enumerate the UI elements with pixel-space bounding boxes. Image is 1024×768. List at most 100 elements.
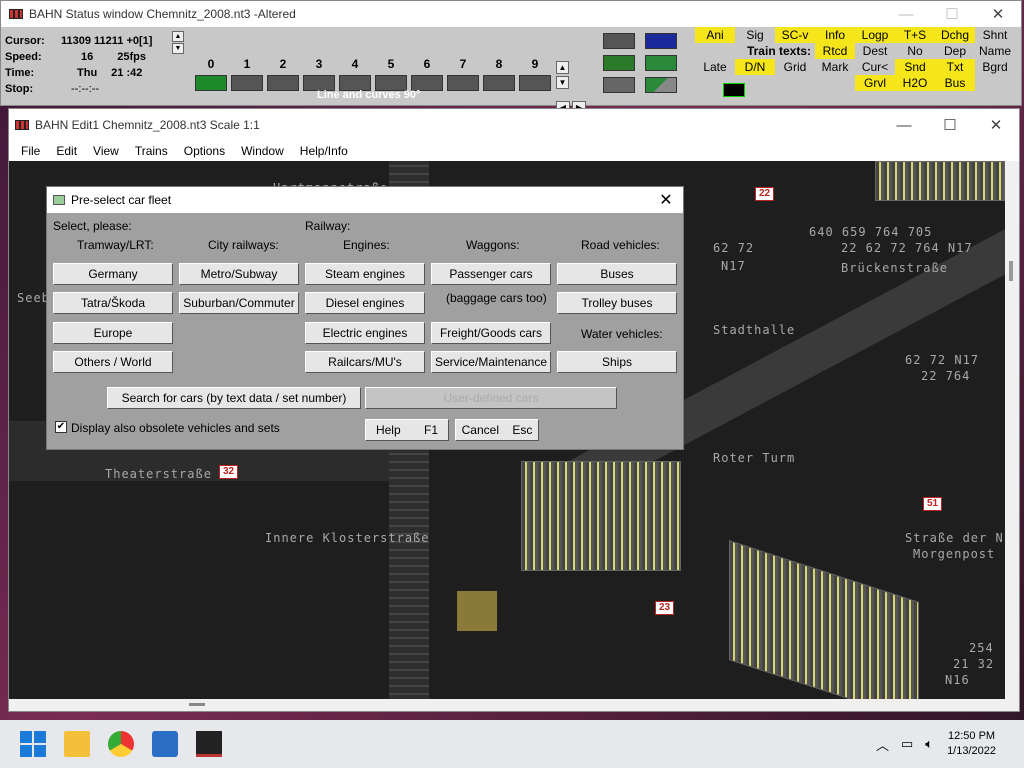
cur-button[interactable]: Cur< [855,59,895,75]
thumb-track-icon[interactable] [603,55,635,71]
rtcd-button[interactable]: Rtcd [815,43,855,59]
dchg-button[interactable]: Dchg [935,27,975,43]
menu-options[interactable]: Options [176,144,233,158]
info-button[interactable]: Info [815,27,855,43]
spin-down-icon[interactable]: ▼ [172,43,184,54]
route-tag[interactable]: 51 [923,497,943,511]
menu-edit[interactable]: Edit [48,144,85,158]
close-icon[interactable]: ✕ [649,190,683,210]
close-icon[interactable]: ✕ [973,109,1019,141]
bgrd-button[interactable]: Bgrd [975,59,1015,75]
late-button[interactable]: Late [695,59,735,75]
logp-button[interactable]: Logp [855,27,895,43]
route-tag[interactable]: 23 [655,601,675,615]
service-maintenance-button[interactable]: Service/Maintenance [431,351,551,373]
minimize-icon[interactable]: — [883,1,929,27]
tatra-skoda-button[interactable]: Tatra/Škoda [53,292,173,314]
freight-goods-cars-button[interactable]: Freight/Goods cars [431,322,551,344]
spin-up-icon[interactable]: ▲ [172,31,184,42]
thumb-slope-icon[interactable] [645,77,677,93]
day-night-icon[interactable] [723,83,745,97]
steam-engines-button[interactable]: Steam engines [305,263,425,285]
dep-button[interactable]: Dep [935,43,975,59]
display-icon[interactable]: ▭ [901,736,913,752]
suburban-commuter-button[interactable]: Suburban/Commuter [179,292,299,314]
europe-button[interactable]: Europe [53,322,173,344]
railcars-mus-button[interactable]: Railcars/MU's [305,351,425,373]
track-slot-6[interactable]: 6 [411,57,443,91]
volume-icon[interactable]: 🔈︎ [925,736,933,752]
electric-engines-button[interactable]: Electric engines [305,322,425,344]
track-slot-0[interactable]: 0 [195,57,227,91]
diesel-engines-button[interactable]: Diesel engines [305,292,425,314]
sig-button[interactable]: Sig [735,27,775,43]
bus-button[interactable]: Bus [935,75,975,91]
thumb-road-icon[interactable] [603,77,635,93]
minimize-icon[interactable]: — [881,109,927,141]
track-preview-icon [483,75,515,91]
start-icon[interactable] [20,731,46,757]
no-button[interactable]: No [895,43,935,59]
vertical-scrollbar[interactable] [1005,161,1019,701]
chrome-icon[interactable] [108,731,134,757]
cancel-button[interactable]: Cancel Esc [455,419,539,441]
snd-button[interactable]: Snd [895,59,935,75]
buses-button[interactable]: Buses [557,263,677,285]
menu-help-info[interactable]: Help/Info [292,144,356,158]
bahn-taskbar-icon[interactable] [196,731,222,757]
track-slot-3[interactable]: 3 [303,57,335,91]
maximize-icon[interactable]: ☐ [927,109,973,141]
dest-button[interactable]: Dest [855,43,895,59]
ani-button[interactable]: Ani [695,27,735,43]
maximize-icon[interactable]: ☐ [929,1,975,27]
grvl-button[interactable]: Grvl [855,75,895,91]
metro-subway-button[interactable]: Metro/Subway [179,263,299,285]
grid-button[interactable]: Grid [775,59,815,75]
track-slot-8[interactable]: 8 [483,57,515,91]
passenger-cars-button[interactable]: Passenger cars [431,263,551,285]
track-slot-1[interactable]: 1 [231,57,263,91]
track-slot-5[interactable]: 5 [375,57,407,91]
thumb-eu-icon[interactable] [645,33,677,49]
thumb-rail-icon[interactable] [603,33,635,49]
mark-button[interactable]: Mark [815,59,855,75]
name-button[interactable]: Name [975,43,1015,59]
menu-window[interactable]: Window [233,144,292,158]
txt-button[interactable]: Txt [935,59,975,75]
track-slot-9[interactable]: 9 [519,57,551,91]
file-explorer-icon[interactable] [64,731,90,757]
route-tag[interactable]: 22 [755,187,775,201]
thumb-tree-icon[interactable] [645,55,677,71]
obsolete-checkbox[interactable]: ✔ [55,421,67,433]
ships-button[interactable]: Ships [557,351,677,373]
track-slot-2[interactable]: 2 [267,57,299,91]
scroll-up-icon[interactable]: ▲ [556,61,569,74]
help-button[interactable]: Help F1 [365,419,449,441]
track-slot-number: 0 [207,57,215,71]
route-tag[interactable]: 32 [219,465,239,479]
menu-trains[interactable]: Trains [127,144,176,158]
track-slot-4[interactable]: 4 [339,57,371,91]
scroll-down-icon[interactable]: ▼ [556,76,569,89]
building [521,461,681,571]
h2o-button[interactable]: H2O [895,75,935,91]
close-icon[interactable]: ✕ [975,1,1021,27]
store-icon[interactable] [152,731,178,757]
t-s-button[interactable]: T+S [895,27,935,43]
chevron-up-icon[interactable]: ︿ [876,735,889,754]
clock[interactable]: 12:50 PM 1/13/2022 [947,729,996,759]
others-world-button[interactable]: Others / World [53,351,173,373]
shnt-button[interactable]: Shnt [975,27,1015,43]
menu-view[interactable]: View [85,144,127,158]
menu-file[interactable]: File [13,144,48,158]
user-defined-cars-button[interactable]: User-defined cars [365,387,617,409]
germany-button[interactable]: Germany [53,263,173,285]
cursor-spinner[interactable]: ▲ ▼ [172,31,184,55]
trolley-buses-button[interactable]: Trolley buses [557,292,677,314]
horizontal-scrollbar[interactable] [9,699,1007,711]
search-cars-button[interactable]: Search for cars (by text data / set numb… [107,387,361,409]
track-selector: 0 1 2 3 4 5 6 7 8 9 [195,57,551,91]
track-slot-7[interactable]: 7 [447,57,479,91]
sc-v-button[interactable]: SC-v [775,27,815,43]
dn-button[interactable]: D/N [735,59,775,75]
